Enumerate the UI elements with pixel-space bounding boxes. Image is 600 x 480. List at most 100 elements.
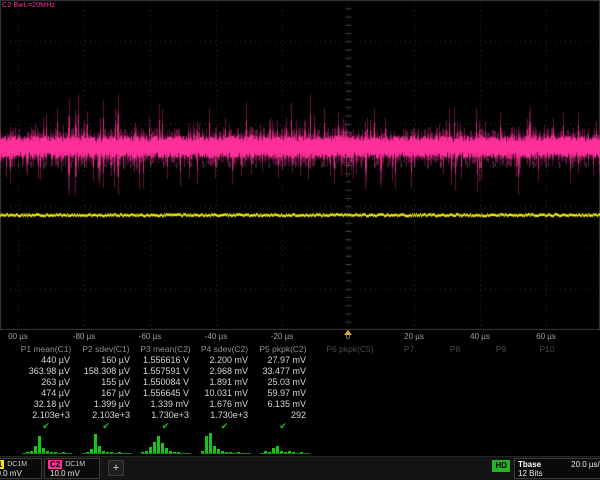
timebase-descriptor[interactable]: Tbase 20.0 µs/div 12 Bits — [514, 458, 600, 479]
meas-value-cell: 1.339 mV — [136, 399, 195, 410]
meas-value-cell: 25.03 mV — [254, 377, 312, 388]
meas-value-cell: 160 µV — [76, 355, 136, 366]
meas-value-cell: 167 µV — [76, 388, 136, 399]
meas-header-cell[interactable]: P4 sdev(C2) — [195, 344, 254, 355]
histicon-bar — [237, 452, 240, 453]
meas-header-cell[interactable]: P6 pkpk(C5) — [314, 344, 386, 355]
c2-coupling-label: DC1M — [65, 461, 85, 468]
timebase-scale-label: 20.0 µs/div — [571, 460, 600, 469]
meas-header-cell[interactable]: P8 — [432, 344, 478, 355]
time-axis-label: -20 µs — [271, 332, 293, 341]
histicon-strip — [0, 432, 600, 456]
meas-status-check-icon: ✔ — [254, 421, 312, 432]
histicon-bar — [217, 449, 220, 453]
meas-status-check-icon: ✔ — [195, 421, 254, 432]
c2-scale-label: 10.0 mV — [48, 469, 96, 479]
time-axis-label: -60 µs — [139, 332, 161, 341]
c1-channel-tag: C1 — [0, 460, 4, 469]
histicon-bar — [26, 452, 29, 453]
meas-value-cell: 1.557591 V — [136, 366, 195, 377]
add-trace-button[interactable]: + — [108, 460, 124, 476]
histicon-bar — [141, 452, 144, 453]
histicon-bar — [94, 434, 97, 453]
histicon-bar — [165, 448, 168, 453]
histicon[interactable] — [260, 433, 310, 454]
histicon-bar — [106, 452, 109, 453]
histicon-bar — [54, 452, 57, 453]
channel-descriptor-c2[interactable]: C2 DC1M 10.0 mV — [44, 458, 100, 479]
meas-row: 440 µV160 µV1.556616 V2.200 mV27.97 mV — [0, 355, 600, 366]
time-axis-label: 20 µs — [404, 332, 424, 341]
waveform-canvas — [0, 0, 600, 330]
histicon-bar — [169, 451, 172, 454]
histicon-bar — [30, 451, 33, 454]
histicon-bar — [221, 451, 224, 454]
histicon[interactable] — [141, 433, 191, 454]
hd-mode-badge: HD — [492, 460, 510, 472]
timebase-label: Tbase — [518, 460, 541, 469]
time-axis-label: -80 µs — [73, 332, 95, 341]
histicon-bar — [161, 443, 164, 453]
timebase-top-line: Tbase 20.0 µs/div — [518, 460, 600, 469]
c2-descriptor-top: C2 DC1M — [48, 459, 96, 469]
histicon-bar — [177, 452, 180, 453]
histicon[interactable] — [82, 433, 132, 454]
time-axis: 00 µs-80 µs-60 µs-40 µs-20 µs020 µs40 µs… — [0, 330, 600, 344]
histicon-bar — [173, 452, 176, 453]
histicon-bar — [205, 436, 208, 454]
histicon-bar — [288, 451, 291, 454]
histicon-bar — [110, 452, 113, 453]
meas-value-cell: 474 µV — [16, 388, 76, 399]
meas-header-cell[interactable]: P2 sdev(C1) — [76, 344, 136, 355]
meas-value-cell: 292 — [254, 410, 312, 421]
meas-header-cell[interactable]: P1 mean(C1) — [16, 344, 76, 355]
meas-value-cell: 1.399 µV — [76, 399, 136, 410]
meas-value-cell: 32.18 µV — [16, 399, 76, 410]
meas-value-cell: 1.556616 V — [136, 355, 195, 366]
c2-channel-tag: C2 — [48, 460, 62, 469]
timebase-bottom-line: 12 Bits — [518, 469, 600, 478]
meas-header-cell[interactable]: P3 mean(C2) — [136, 344, 195, 355]
meas-value-cell: 2.103e+3 — [76, 410, 136, 421]
histicon-bar — [42, 448, 45, 453]
histicon-bar — [225, 452, 228, 453]
histicon[interactable] — [201, 433, 251, 454]
meas-value-cell: 59.97 mV — [254, 388, 312, 399]
histicon-bar — [280, 451, 283, 454]
c1-scale-label: 10.0 mV — [0, 469, 38, 479]
meas-header-cell[interactable]: P5 pkpk(C2) — [254, 344, 312, 355]
meas-value-cell: 440 µV — [16, 355, 76, 366]
meas-status-check-icon: ✔ — [136, 421, 195, 432]
time-axis-label: 60 µs — [536, 332, 556, 341]
timebase-resolution-label: 12 Bits — [518, 469, 542, 478]
histicon-bar — [213, 446, 216, 454]
meas-row: 32.18 µV1.399 µV1.339 mV1.676 mV6.135 mV — [0, 399, 600, 410]
histicon-bar — [38, 436, 41, 454]
channel-descriptor-c1[interactable]: C1 DC1M 10.0 mV — [0, 458, 42, 479]
meas-header-cell[interactable]: P7 — [386, 344, 432, 355]
meas-value-cell: 1.891 mV — [195, 377, 254, 388]
meas-value-cell: 27.97 mV — [254, 355, 312, 366]
histicon-bar — [86, 452, 89, 453]
histicon-bar — [90, 449, 93, 453]
meas-value-cell: 33.477 mV — [254, 366, 312, 377]
time-axis-label: 40 µs — [470, 332, 490, 341]
meas-value-cell: 1.730e+3 — [136, 410, 195, 421]
meas-value-cell: 2.200 mV — [195, 355, 254, 366]
meas-value-cell: 363.98 µV — [16, 366, 76, 377]
meas-value-cell: 155 µV — [76, 377, 136, 388]
time-axis-label: -40 µs — [205, 332, 227, 341]
meas-value-cell: 2.968 mV — [195, 366, 254, 377]
meas-header-cell[interactable]: P10 — [524, 344, 570, 355]
meas-value-cell: 10.031 mV — [195, 388, 254, 399]
meas-value-cell: 2.103e+3 — [16, 410, 76, 421]
meas-header-cell[interactable]: P9 — [478, 344, 524, 355]
waveform-grid: C2 BwL=20MHz — [0, 0, 600, 330]
meas-value-cell: 1.556645 V — [136, 388, 195, 399]
meas-status-check-icon: ✔ — [16, 421, 76, 432]
histicon-bar — [50, 452, 53, 453]
time-axis-label: 0 — [346, 332, 350, 341]
histicon-bar — [153, 442, 156, 453]
histicon-bar — [34, 446, 37, 454]
histicon[interactable] — [22, 433, 72, 454]
